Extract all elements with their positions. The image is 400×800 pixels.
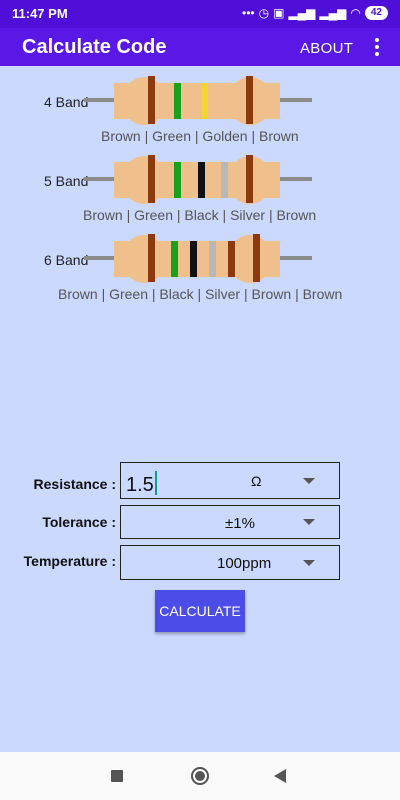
battery-icon: 42 <box>364 6 388 20</box>
status-time: 11:47 PM <box>12 6 68 21</box>
resistance-field[interactable]: 1.5 Ω <box>120 462 340 499</box>
chevron-down-icon[interactable] <box>303 477 315 484</box>
app-title: Calculate Code <box>22 36 167 58</box>
status-icons: ••• ◷ ▣ ▂▄▆ ▂▄▆ ◠ 42 <box>242 6 388 20</box>
navigation-bar <box>0 752 400 800</box>
calculate-button[interactable]: CALCULATE <box>155 590 245 632</box>
band-colors-4: Brown | Green | Golden | Brown <box>101 128 299 144</box>
dots-icon: ••• <box>242 6 255 20</box>
app-bar: Calculate Code ABOUT <box>0 28 400 66</box>
alarm-icon: ◷ <box>258 6 270 20</box>
signal-icon: ▂▄▆ <box>288 6 316 20</box>
about-button[interactable]: ABOUT <box>300 40 353 57</box>
more-vert-icon[interactable] <box>370 36 384 58</box>
band-colors-5: Brown | Green | Black | Silver | Brown <box>83 207 317 223</box>
signal-icon: ▂▄▆ <box>319 6 347 20</box>
chevron-down-icon[interactable] <box>303 519 315 525</box>
home-icon[interactable] <box>191 767 209 785</box>
wifi-icon: ◠ <box>350 6 361 20</box>
temperature-select[interactable]: 100ppm <box>120 545 340 580</box>
tolerance-value: ±1% <box>225 515 255 532</box>
text-cursor <box>154 471 157 495</box>
temperature-value: 100ppm <box>217 555 272 572</box>
resistor-6-band <box>84 234 312 283</box>
resistance-label: Resistance : <box>33 476 116 492</box>
status-bar: 11:47 PM ••• ◷ ▣ ▂▄▆ ▂▄▆ ◠ 42 <box>0 0 400 28</box>
back-icon[interactable] <box>274 769 286 783</box>
resistor-5-band <box>84 155 312 204</box>
data-icon: ▣ <box>273 6 285 20</box>
tolerance-label: Tolerance : <box>42 514 116 530</box>
resistance-unit: Ω <box>251 473 262 489</box>
recents-icon[interactable] <box>111 770 123 782</box>
resistor-4-band <box>84 76 312 125</box>
temperature-label: Temperature : <box>23 553 116 569</box>
band-colors-6: Brown | Green | Black | Silver | Brown |… <box>58 286 343 302</box>
resistance-input[interactable]: 1.5 <box>126 471 157 497</box>
tolerance-select[interactable]: ±1% <box>120 505 340 539</box>
chevron-down-icon[interactable] <box>303 559 315 566</box>
